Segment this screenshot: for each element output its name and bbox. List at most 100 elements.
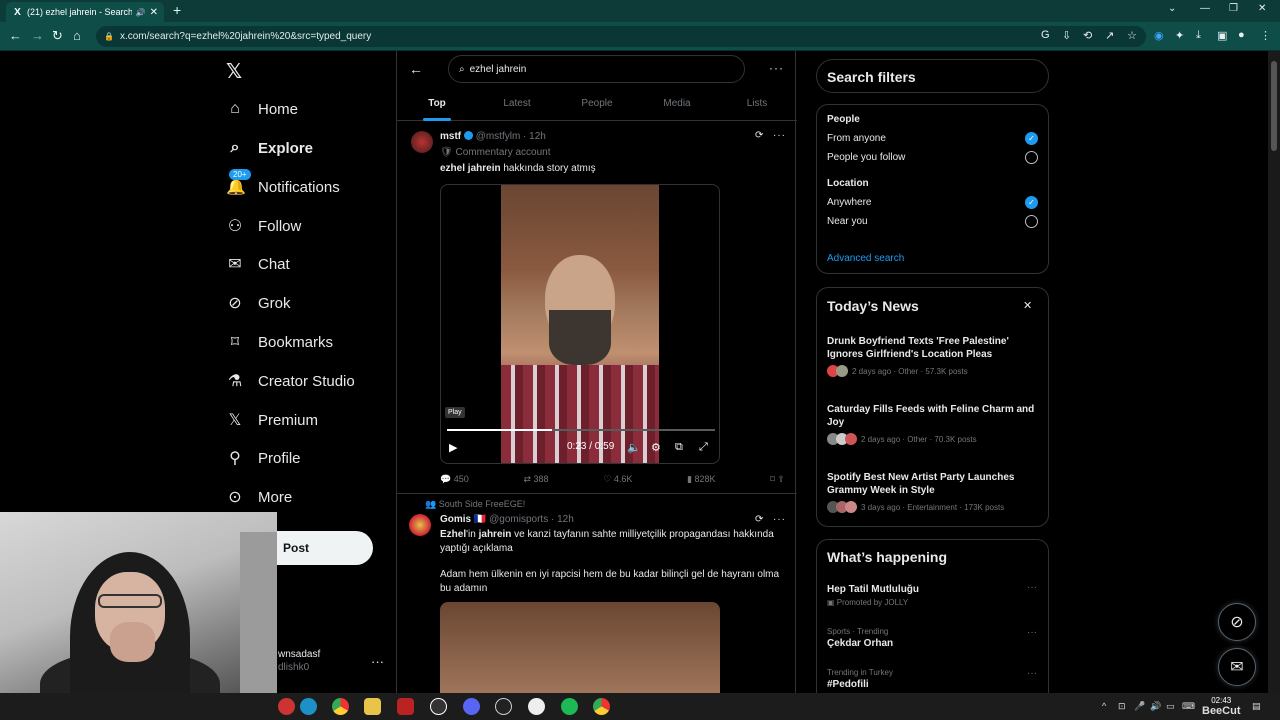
video-player[interactable]: Play ▶ 0:23 / 0:59 🔈 ⚙ ⧉ ⤢ xyxy=(440,184,720,464)
volume-icon[interactable]: 🔈 xyxy=(627,441,641,454)
author-name[interactable]: Gomis xyxy=(440,514,471,525)
trend-more-icon[interactable]: ··· xyxy=(1027,627,1037,638)
video-progress[interactable] xyxy=(447,429,715,431)
forward-icon[interactable]: → xyxy=(31,28,44,43)
author-handle[interactable]: @gomisports xyxy=(489,514,548,525)
back-icon[interactable]: ← xyxy=(9,28,22,43)
translate-icon[interactable]: ⟲ xyxy=(1083,29,1092,42)
opera-icon[interactable] xyxy=(278,698,295,715)
settings-icon[interactable]: ⚙ xyxy=(651,441,661,454)
scrollbar-thumb[interactable] xyxy=(1271,61,1277,151)
nav-more[interactable]: ⊙ More xyxy=(226,484,292,510)
avatar[interactable] xyxy=(411,131,433,153)
star-icon[interactable]: ☆ xyxy=(1127,29,1137,42)
app-icon[interactable] xyxy=(397,698,414,715)
tray-chevron-icon[interactable]: ^ xyxy=(1102,701,1106,711)
close-tab-icon[interactable]: ✕ xyxy=(150,7,158,18)
spotify-icon[interactable] xyxy=(561,698,578,715)
tray-volume-icon[interactable]: 🔊 xyxy=(1150,701,1161,712)
like-button[interactable]: ♡ 4.6K xyxy=(603,474,632,485)
reply-button[interactable]: 💬 450 xyxy=(440,474,469,485)
nav-notifications[interactable]: 🔔 20+ Notifications xyxy=(226,169,340,200)
browser-tab[interactable]: X (21) ezhel jahrein - Search / X 🔊 ✕ xyxy=(6,2,164,22)
x-logo-icon[interactable]: 𝕏 xyxy=(226,59,242,84)
account-switcher[interactable]: wnsadasf dlishk0 xyxy=(278,649,320,673)
tweet-time[interactable]: 12h xyxy=(529,131,546,142)
tweet-time[interactable]: 12h xyxy=(557,514,574,525)
from-anyone-radio[interactable]: ✓ xyxy=(1025,132,1038,145)
tray-display-icon[interactable]: ▭ xyxy=(1166,701,1175,712)
trend-item[interactable]: Hep Tatil Mutluluğu ▣ Promoted by JOLLY … xyxy=(827,582,1037,607)
avatar[interactable] xyxy=(409,514,431,536)
trend-item[interactable]: Trending in Turkey #Pedofili ··· xyxy=(827,668,1037,690)
chrome-icon[interactable] xyxy=(332,698,349,715)
media-icon[interactable]: ◉ xyxy=(1154,29,1164,42)
news-item[interactable]: Drunk Boyfriend Texts 'Free Palestine' I… xyxy=(827,335,1037,377)
anywhere-radio[interactable]: ✓ xyxy=(1025,196,1038,209)
trend-item[interactable]: Sports · Trending Çekdar Orhan ··· xyxy=(827,627,1037,649)
grok-explain-icon[interactable]: ⟳ xyxy=(755,514,764,525)
share-icon[interactable]: ↗ xyxy=(1105,29,1114,42)
pip-icon[interactable]: ⧉ xyxy=(675,441,683,454)
nav-follow[interactable]: ⚇ Follow xyxy=(226,213,302,239)
discord-icon[interactable] xyxy=(463,698,480,715)
nav-explore[interactable]: ⌕ Explore xyxy=(226,135,314,161)
obs-icon[interactable] xyxy=(430,698,447,715)
steam-icon[interactable] xyxy=(495,698,512,715)
trend-more-icon[interactable]: ··· xyxy=(1027,582,1037,593)
account-more-icon[interactable]: ··· xyxy=(371,654,384,669)
tweet-more-icon[interactable]: ··· xyxy=(773,514,786,525)
edge-icon[interactable] xyxy=(300,698,317,715)
tweet[interactable]: mstf @mstfylm · 12h ⟳ ··· 🛡 Commentary a… xyxy=(397,51,797,493)
tab-search-icon[interactable]: ⌄ xyxy=(1168,3,1176,14)
download-icon[interactable]: ⤓ xyxy=(1196,29,1201,42)
grok-fab-button[interactable]: ⊘ xyxy=(1218,603,1256,641)
author-name[interactable]: mstf xyxy=(440,131,461,142)
app2-icon[interactable] xyxy=(528,698,545,715)
news-item[interactable]: Spotify Best New Artist Party Launches G… xyxy=(827,471,1037,513)
fullscreen-icon[interactable]: ⤢ xyxy=(699,441,708,454)
tray-keyboard-icon[interactable]: ⌨ xyxy=(1182,701,1195,712)
people-you-follow-radio[interactable] xyxy=(1025,151,1038,164)
news-item[interactable]: Caturday Fills Feeds with Feline Charm a… xyxy=(827,403,1037,445)
home-browser-icon[interactable]: ⌂ xyxy=(73,28,81,43)
nav-grok[interactable]: ⊘ Grok xyxy=(226,290,290,316)
tray-network-icon[interactable]: ⊡ xyxy=(1118,701,1126,712)
nav-profile[interactable]: ⚲ Profile xyxy=(226,445,300,471)
profile-avatar[interactable]: ● xyxy=(1238,29,1245,41)
trend-more-icon[interactable]: ··· xyxy=(1027,668,1037,679)
nav-bookmarks[interactable]: ⌑ Bookmarks xyxy=(226,329,333,355)
new-tab-button[interactable]: + xyxy=(173,2,181,18)
sidepanel-icon[interactable]: ▣ xyxy=(1217,29,1227,42)
nav-home[interactable]: ⌂ Home xyxy=(226,96,298,122)
files-icon[interactable] xyxy=(364,698,381,715)
nav-chat[interactable]: ✉ Chat xyxy=(226,251,289,277)
chrome-icon[interactable] xyxy=(593,698,610,715)
reload-icon[interactable]: ↻ xyxy=(52,28,63,44)
play-button[interactable]: ▶ xyxy=(449,441,457,454)
bookmark-button[interactable]: ⌑ ⇧ xyxy=(770,474,785,485)
views-button[interactable]: ▮ 828K xyxy=(687,474,715,485)
install-icon[interactable]: ⇩ xyxy=(1062,29,1071,42)
taskbar-clock[interactable]: 02:43 BeeCut xyxy=(1202,696,1241,717)
tweet-media[interactable] xyxy=(440,602,720,693)
author-handle[interactable]: @mstfylm xyxy=(476,131,521,142)
advanced-search-link[interactable]: Advanced search xyxy=(827,253,904,264)
maximize-button[interactable]: ❐ xyxy=(1229,3,1238,14)
tweet-more-icon[interactable]: ··· xyxy=(773,130,786,141)
url-input[interactable]: 🔒 x.com/search?q=ezhel%20jahrein%20&src=… xyxy=(96,26,1146,47)
notification-center-icon[interactable]: ▤ xyxy=(1252,701,1261,712)
page-scrollbar[interactable] xyxy=(1268,51,1280,693)
close-news-icon[interactable]: ✕ xyxy=(1023,299,1032,312)
tray-mic-icon[interactable]: 🎤 xyxy=(1134,701,1145,712)
near-you-radio[interactable] xyxy=(1025,215,1038,228)
browser-menu-icon[interactable]: ⋮ xyxy=(1260,29,1271,42)
google-icon[interactable]: G xyxy=(1041,29,1050,41)
tweet[interactable]: 👥 South Side FreeEGE! Gomis 🇫🇷 @gomispor… xyxy=(397,494,797,693)
repost-button[interactable]: ⇄ 388 xyxy=(523,474,548,485)
messages-fab-button[interactable]: ✉ xyxy=(1218,648,1256,686)
minimize-button[interactable]: — xyxy=(1200,3,1210,14)
nav-premium[interactable]: 𝕏 Premium xyxy=(226,407,318,433)
extensions-icon[interactable]: ✦ xyxy=(1175,29,1184,42)
grok-explain-icon[interactable]: ⟳ xyxy=(755,130,764,141)
